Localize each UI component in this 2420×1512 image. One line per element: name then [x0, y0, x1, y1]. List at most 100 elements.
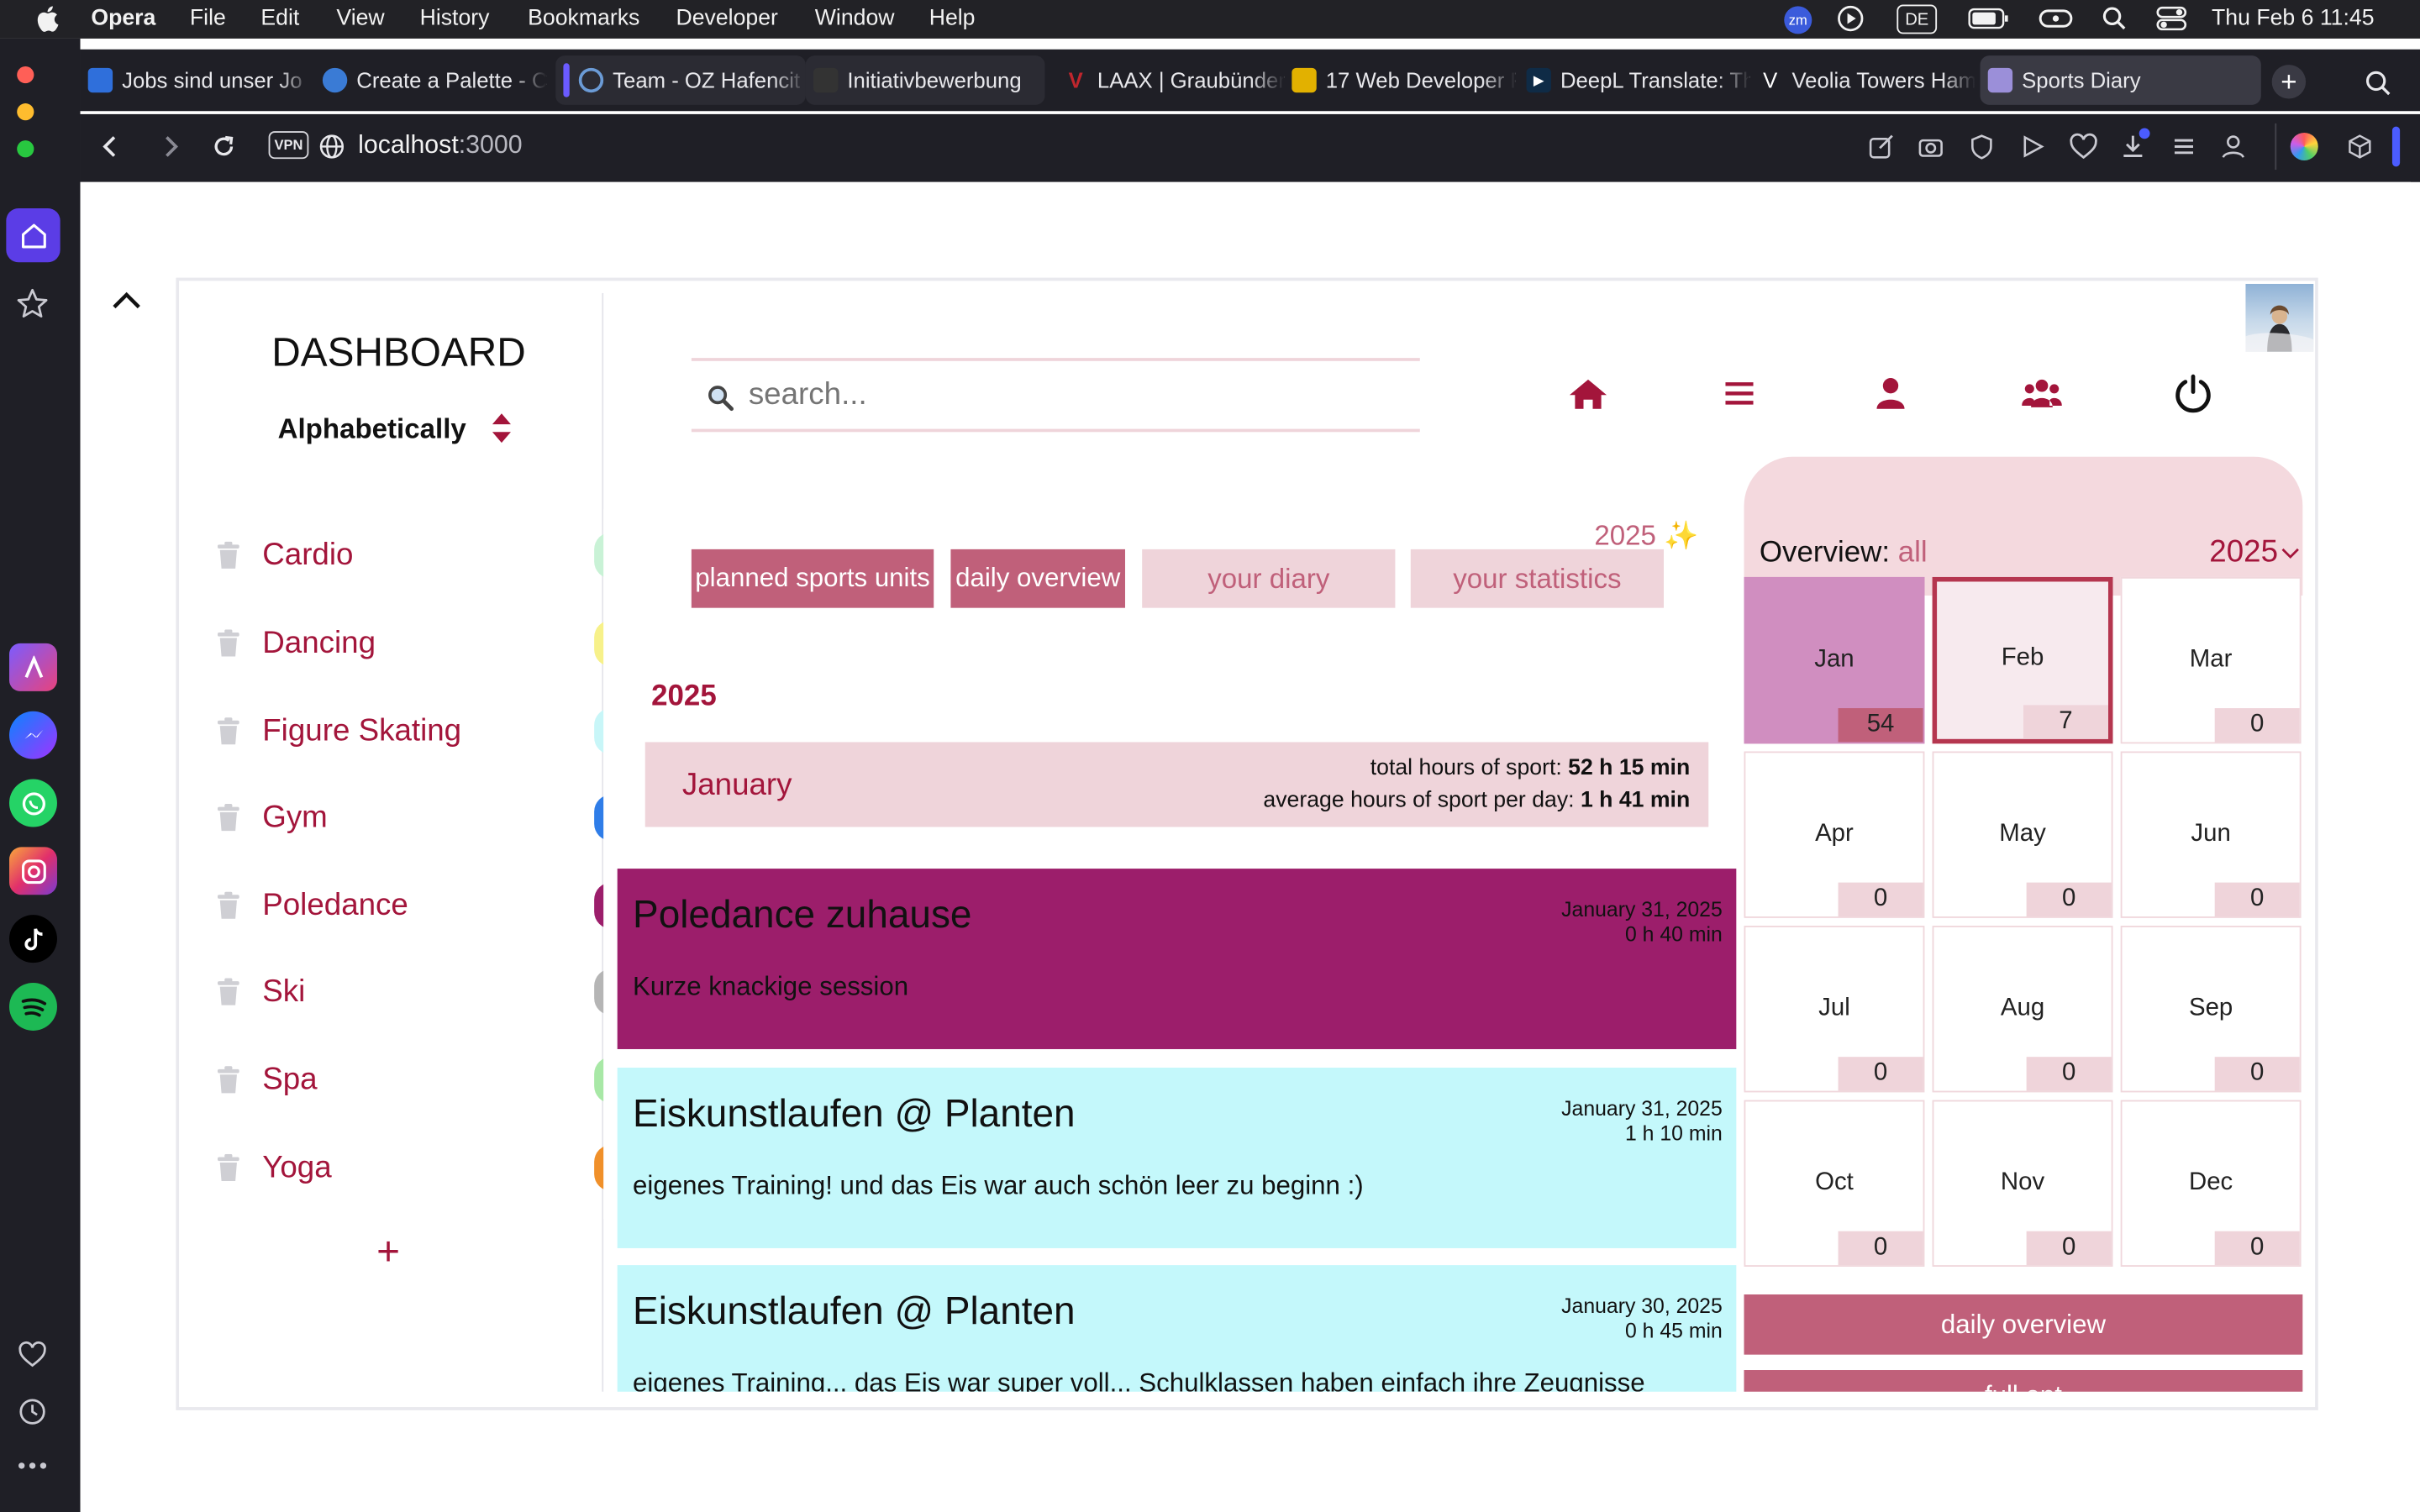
browser-tab[interactable]: V Veolia Towers Ham — [1750, 55, 1976, 105]
heart-favorite-icon[interactable] — [2068, 133, 2099, 160]
diary-entry[interactable]: Eiskunstlaufen @ Planten January 31, 202… — [617, 1068, 1737, 1248]
menu-bookmarks[interactable]: Bookmarks — [528, 6, 639, 30]
new-tab-plus-icon[interactable]: + — [2271, 65, 2307, 99]
aria-ai-icon[interactable] — [9, 643, 57, 691]
history-clock-icon[interactable] — [17, 1396, 48, 1427]
reload-icon[interactable] — [210, 133, 238, 160]
menu-file[interactable]: File — [190, 6, 226, 30]
menu-view[interactable]: View — [336, 6, 384, 30]
zoom-status-icon[interactable]: zm — [1784, 6, 1812, 34]
site-info-globe-icon[interactable] — [318, 133, 345, 160]
shield-icon[interactable] — [1968, 133, 1996, 160]
category-item[interactable]: Dancing — [216, 620, 376, 666]
easy-setup-icon[interactable] — [2170, 133, 2197, 160]
month-cell[interactable]: Dec 0 — [2120, 1100, 2302, 1267]
vpn-badge[interactable]: VPN — [268, 131, 309, 160]
downloads-icon[interactable] — [2119, 128, 2150, 160]
battery-icon[interactable] — [1968, 6, 2011, 30]
power-icon[interactable] — [2173, 373, 2213, 413]
category-label[interactable]: Cardio — [262, 538, 353, 573]
category-label[interactable]: Gym — [262, 800, 328, 835]
browser-tab[interactable]: Initiativbewerbung — [805, 55, 1045, 105]
play-status-icon[interactable] — [1837, 5, 1865, 33]
category-item[interactable]: Cardio — [216, 533, 353, 579]
apple-icon[interactable] — [34, 5, 58, 33]
browser-tab-active[interactable]: Sports Diary — [1980, 55, 2261, 105]
browser-tab[interactable]: Create a Palette - C — [315, 55, 547, 105]
chevron-down-icon[interactable] — [2281, 546, 2300, 561]
month-cell[interactable]: Mar 0 — [2120, 576, 2302, 744]
category-item[interactable]: Gym — [216, 795, 328, 841]
month-cell[interactable]: May 0 — [1932, 751, 2113, 918]
month-cell[interactable]: Aug 0 — [1932, 926, 2113, 1093]
overview-year-select[interactable]: 2025 — [2209, 535, 2278, 570]
browser-tab[interactable]: ▶ DeepL Translate: Th — [1518, 55, 1750, 105]
home-speed-dial-icon[interactable] — [6, 207, 60, 263]
group-icon[interactable] — [2022, 378, 2062, 409]
menu-edit[interactable]: Edit — [260, 6, 299, 30]
month-cell[interactable]: Jun 0 — [2120, 751, 2302, 918]
profile-icon[interactable] — [2219, 133, 2247, 160]
month-cell[interactable]: Feb 7 — [1932, 576, 2113, 744]
category-label[interactable]: Figure Skating — [262, 713, 461, 748]
collapse-chevron-up-icon[interactable] — [111, 290, 142, 312]
back-arrow-icon[interactable] — [99, 134, 121, 159]
trash-icon[interactable] — [216, 717, 240, 745]
search-input[interactable] — [748, 373, 1397, 417]
menu-history[interactable]: History — [420, 6, 490, 30]
avatar[interactable] — [2245, 283, 2314, 352]
search-spotlight-icon[interactable] — [2102, 6, 2127, 30]
window-minimize-button[interactable] — [17, 103, 34, 121]
tab-your-statistics[interactable]: your statistics — [1410, 549, 1664, 608]
sort-toggle-icon[interactable] — [487, 411, 515, 448]
home-icon[interactable] — [1568, 376, 1608, 410]
tab-daily-overview[interactable]: daily overview — [950, 549, 1125, 608]
overview-filter[interactable]: all — [1898, 537, 1928, 570]
category-label[interactable]: Dancing — [262, 626, 376, 661]
month-cell[interactable]: Jul 0 — [1744, 926, 1925, 1093]
browser-tab[interactable]: Jobs sind unser Jo — [81, 55, 313, 105]
tab-planned-sports-units[interactable]: planned sports units — [691, 549, 934, 608]
diary-entry[interactable]: Poledance zuhause January 31, 2025 0 h 40… — [617, 869, 1737, 1049]
input-language-icon[interactable]: DE — [1897, 4, 1938, 34]
color-theme-icon[interactable] — [2290, 132, 2318, 161]
tab-your-diary[interactable]: your diary — [1142, 549, 1396, 608]
menu-developer[interactable]: Developer — [676, 6, 777, 30]
airdrop-icon[interactable] — [2037, 5, 2074, 33]
browser-tab[interactable]: 17 Web Developer P — [1284, 55, 1516, 105]
send-play-icon[interactable] — [2018, 133, 2046, 160]
menu-icon[interactable] — [1724, 380, 1755, 407]
user-icon[interactable] — [1876, 376, 1907, 410]
month-cell[interactable]: Oct 0 — [1744, 1100, 1925, 1267]
menu-app-opera[interactable]: Opera — [91, 6, 155, 30]
messenger-icon[interactable] — [9, 711, 57, 759]
month-cell[interactable]: Sep 0 — [2120, 926, 2302, 1093]
overview-daily-button[interactable]: daily overview — [1744, 1294, 2303, 1355]
trash-icon[interactable] — [216, 803, 240, 832]
edit-share-icon[interactable] — [1867, 133, 1895, 160]
bookmarks-star-icon[interactable] — [15, 287, 49, 321]
tab-search-icon[interactable] — [2365, 70, 2392, 97]
month-cell[interactable]: Jan 54 — [1744, 576, 1925, 744]
overview-second-button[interactable]: full ent — [1744, 1370, 2303, 1392]
trash-icon[interactable] — [216, 541, 240, 570]
whatsapp-icon[interactable] — [9, 779, 57, 827]
menu-window[interactable]: Window — [815, 6, 895, 30]
browser-tab[interactable]: V LAAX | Graubünden — [1055, 55, 1285, 105]
url-field[interactable]: localhost:3000 — [358, 131, 522, 160]
trash-icon[interactable] — [216, 629, 240, 657]
camera-snapshot-icon[interactable] — [1917, 133, 1944, 160]
clock[interactable]: Thu Feb 6 11:45 — [2212, 6, 2374, 30]
menu-help[interactable]: Help — [929, 6, 976, 30]
month-cell[interactable]: Apr 0 — [1744, 751, 1925, 918]
forward-arrow-icon[interactable] — [160, 134, 182, 159]
extensions-cube-icon[interactable] — [2346, 133, 2374, 160]
control-center-icon[interactable] — [2156, 5, 2187, 33]
sort-label[interactable]: Alphabetically — [278, 413, 466, 446]
window-zoom-button[interactable] — [17, 140, 34, 158]
diary-entry[interactable]: Eiskunstlaufen @ Planten January 30, 202… — [617, 1265, 1737, 1392]
more-ellipsis-icon[interactable] — [17, 1451, 48, 1482]
category-item[interactable]: Figure Skating — [216, 708, 461, 754]
window-close-button[interactable] — [17, 66, 34, 84]
search-box[interactable] — [691, 358, 1420, 433]
